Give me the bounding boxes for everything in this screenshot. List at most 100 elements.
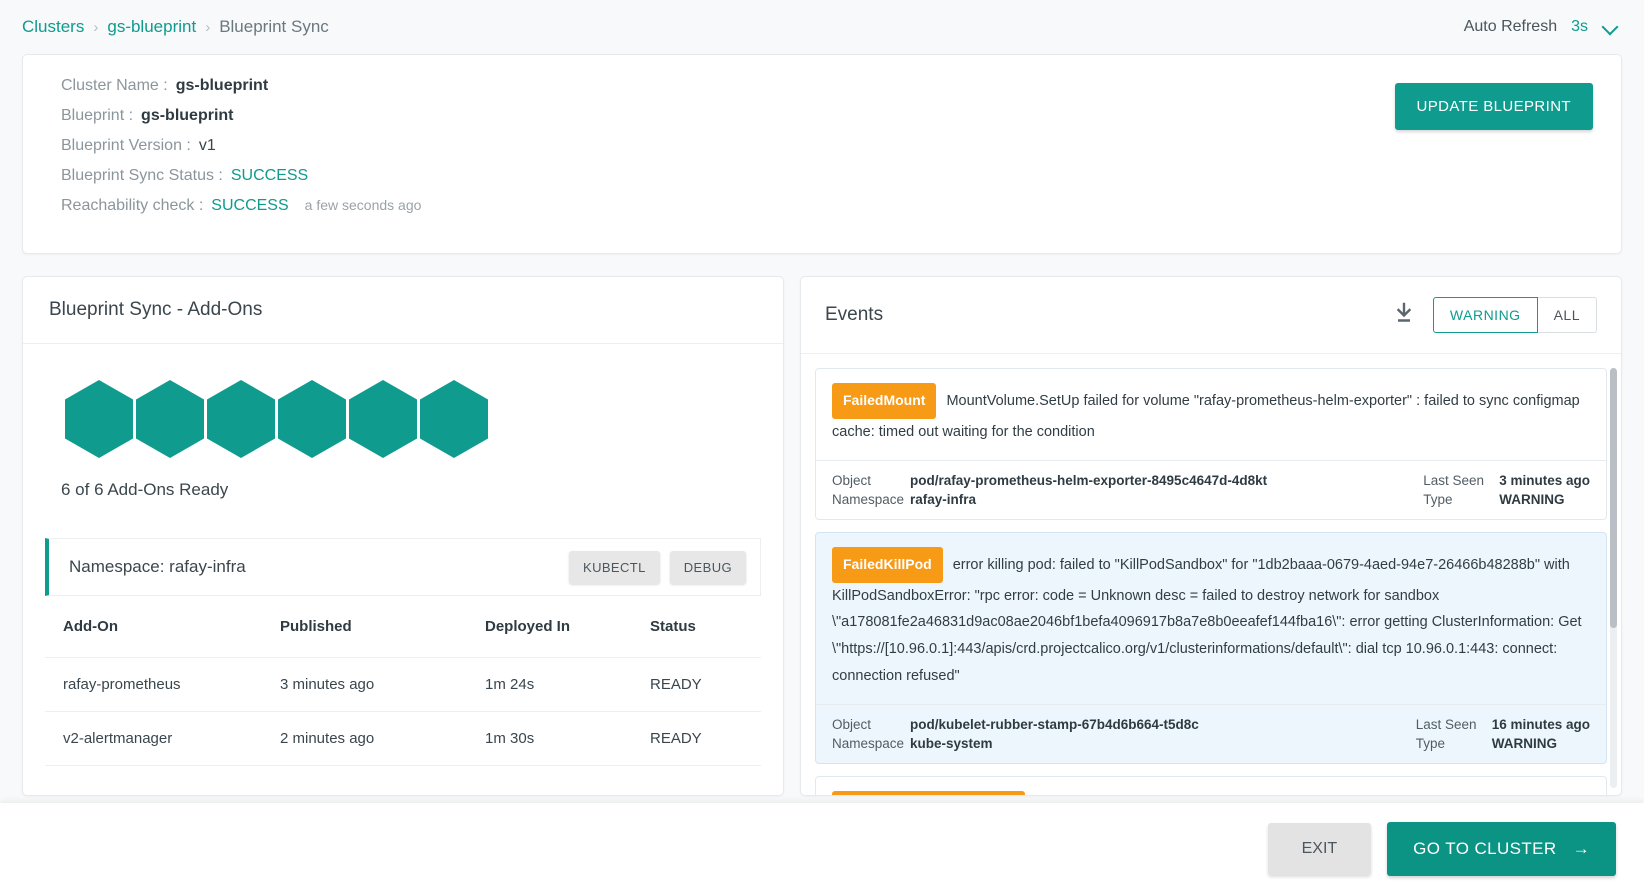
breadcrumb-separator: › bbox=[205, 18, 211, 36]
breadcrumb-item-clusters[interactable]: Clusters bbox=[22, 17, 84, 37]
events-filter-group: WARNING ALL bbox=[1432, 297, 1597, 333]
event-reason-badge: FailedMount bbox=[832, 383, 937, 419]
column-header-deployed-in: Deployed In bbox=[485, 596, 650, 658]
summary-value: gs-blueprint bbox=[175, 77, 269, 94]
label-last-seen: Last Seen bbox=[1415, 716, 1477, 732]
event-card[interactable]: FailedMount MountVolume.SetUp failed for … bbox=[815, 368, 1607, 520]
event-meta-info: Last Seen 16 minutes ago Type WARNING bbox=[1416, 717, 1590, 751]
column-header-status: Status bbox=[650, 596, 761, 658]
summary-value: v1 bbox=[198, 137, 216, 154]
kubectl-button[interactable]: KUBECTL bbox=[569, 550, 660, 584]
event-reason-badge: FailedCreatePodSandBox bbox=[832, 790, 1026, 795]
label-object: Object bbox=[832, 716, 872, 732]
cell-deployed-in: 1m 30s bbox=[485, 711, 650, 766]
label-last-seen: Last Seen bbox=[1423, 472, 1485, 488]
addons-ready-count: 6 of 6 Add-Ons Ready bbox=[61, 480, 229, 499]
breadcrumb: Clusters › gs-blueprint › Blueprint Sync bbox=[22, 17, 329, 37]
value-object: pod/kubelet-rubber-stamp-67b4d6b664-t5d8… bbox=[910, 716, 1199, 732]
addons-panel-header: Blueprint Sync - Add-Ons bbox=[23, 277, 783, 344]
event-message-row: FailedKillPod error killing pod: failed t… bbox=[816, 533, 1606, 704]
blueprint-sync-addons-panel: Blueprint Sync - Add-Ons 6 of 6 Add-Ons … bbox=[22, 276, 784, 796]
breadcrumb-separator: › bbox=[93, 18, 99, 36]
table-row[interactable]: rafay-prometheus 3 minutes ago 1m 24s RE… bbox=[45, 657, 761, 712]
event-meta-info: Last Seen 3 minutes ago Type WARNING bbox=[1423, 473, 1590, 507]
events-scrollbar[interactable] bbox=[1610, 368, 1617, 788]
value-last-seen: 3 minutes ago bbox=[1499, 472, 1590, 488]
label-object: Object bbox=[832, 472, 872, 488]
breadcrumb-item-gs-blueprint[interactable]: gs-blueprint bbox=[107, 17, 196, 37]
events-panel: Events WARNING ALL FailedMount MountVolum… bbox=[800, 276, 1622, 796]
summary-label: Blueprint : bbox=[61, 107, 134, 124]
column-header-published: Published bbox=[280, 596, 485, 658]
cluster-summary-card: Cluster Name : gs-blueprint Blueprint : … bbox=[22, 54, 1622, 254]
download-icon[interactable] bbox=[1393, 302, 1415, 329]
event-message: MountVolume.SetUp failed for volume "raf… bbox=[832, 392, 1580, 440]
event-reason-badge: FailedKillPod bbox=[832, 546, 943, 583]
events-list[interactable]: FailedMount MountVolume.SetUp failed for … bbox=[801, 354, 1621, 795]
summary-value: gs-blueprint bbox=[141, 107, 234, 124]
cell-addon-name: rafay-prometheus bbox=[45, 657, 280, 712]
cell-status: READY bbox=[650, 711, 761, 766]
namespace-label: Namespace: rafay-infra bbox=[69, 557, 246, 576]
exit-button[interactable]: EXIT bbox=[1267, 823, 1372, 875]
top-bar: Clusters › gs-blueprint › Blueprint Sync… bbox=[0, 0, 1644, 54]
status-badge-sync: SUCCESS bbox=[230, 167, 309, 184]
summary-row-blueprint-version: Blueprint Version : v1 bbox=[61, 137, 1593, 155]
event-message-row: FailedCreatePodSandBoxFailed to create p… bbox=[816, 777, 1606, 795]
event-footer: Object pod/kubelet-rubber-stamp-67b4d6b6… bbox=[816, 703, 1606, 763]
summary-label: Blueprint Version : bbox=[61, 137, 191, 154]
auto-refresh-value[interactable]: 3s bbox=[1571, 18, 1588, 36]
addon-hexagon-icon bbox=[420, 380, 488, 458]
addon-hexagon-icon bbox=[207, 380, 275, 458]
go-to-cluster-button[interactable]: GO TO CLUSTER → bbox=[1387, 822, 1616, 876]
cell-deployed-in: 1m 24s bbox=[485, 657, 650, 712]
value-namespace: kube-system bbox=[910, 735, 993, 751]
summary-label: Reachability check : bbox=[61, 197, 204, 214]
addons-panel-title: Blueprint Sync - Add-Ons bbox=[49, 299, 263, 320]
value-last-seen: 16 minutes ago bbox=[1491, 716, 1590, 732]
update-blueprint-button[interactable]: UPDATE BLUEPRINT bbox=[1394, 83, 1593, 130]
summary-label: Blueprint Sync Status : bbox=[61, 167, 223, 184]
events-filter-warning[interactable]: WARNING bbox=[1432, 297, 1538, 333]
summary-label: Cluster Name : bbox=[61, 77, 168, 94]
cell-addon-name: v2-alertmanager bbox=[45, 711, 280, 766]
label-namespace: Namespace bbox=[832, 491, 905, 507]
breadcrumb-item-blueprint-sync: Blueprint Sync bbox=[219, 17, 329, 36]
cell-published: 3 minutes ago bbox=[280, 657, 485, 712]
addon-hexagon-icon bbox=[278, 380, 346, 458]
event-footer: Object pod/rafay-prometheus-helm-exporte… bbox=[816, 459, 1606, 519]
go-to-cluster-label: GO TO CLUSTER bbox=[1413, 839, 1557, 858]
chevron-down-icon[interactable] bbox=[1602, 18, 1620, 36]
reachability-timestamp: a few seconds ago bbox=[304, 197, 422, 213]
summary-row-blueprint: Blueprint : gs-blueprint bbox=[61, 107, 1593, 125]
debug-button[interactable]: DEBUG bbox=[669, 550, 746, 584]
label-namespace: Namespace bbox=[832, 735, 905, 751]
event-message-row: FailedMount MountVolume.SetUp failed for … bbox=[816, 369, 1606, 460]
arrow-right-icon: → bbox=[1572, 839, 1590, 858]
addons-hexagon-group bbox=[23, 344, 783, 458]
label-type: Type bbox=[1423, 491, 1453, 507]
column-header-addon: Add-On bbox=[45, 596, 280, 658]
status-badge-reachability: SUCCESS bbox=[211, 197, 289, 214]
event-card[interactable]: FailedKillPod error killing pod: failed t… bbox=[815, 531, 1607, 764]
auto-refresh-control: Auto Refresh 3s bbox=[1464, 18, 1620, 36]
event-card[interactable]: FailedCreatePodSandBoxFailed to create p… bbox=[815, 775, 1607, 795]
summary-row-sync-status: Blueprint Sync Status : SUCCESS bbox=[61, 167, 1593, 185]
events-scrollbar-thumb[interactable] bbox=[1610, 368, 1617, 628]
main-columns: Blueprint Sync - Add-Ons 6 of 6 Add-Ons … bbox=[22, 276, 1622, 796]
event-object-info: Object pod/kubelet-rubber-stamp-67b4d6b6… bbox=[832, 717, 1199, 751]
label-type: Type bbox=[1415, 735, 1445, 751]
value-type: WARNING bbox=[1499, 491, 1565, 507]
addon-hexagon-icon bbox=[65, 380, 133, 458]
addon-hexagon-icon bbox=[349, 380, 417, 458]
table-header-row: Add-On Published Deployed In Status bbox=[45, 596, 761, 658]
namespace-actions: KUBECTL DEBUG bbox=[569, 550, 746, 584]
events-filter-all[interactable]: ALL bbox=[1537, 297, 1597, 333]
footer-action-bar: EXIT GO TO CLUSTER → bbox=[0, 803, 1644, 895]
namespace-header: Namespace: rafay-infra KUBECTL DEBUG bbox=[45, 538, 761, 596]
cell-status: READY bbox=[650, 657, 761, 712]
table-row[interactable]: v2-alertmanager 2 minutes ago 1m 30s REA… bbox=[45, 711, 761, 766]
addons-table: Add-On Published Deployed In Status rafa… bbox=[45, 596, 761, 766]
addon-hexagon-icon bbox=[136, 380, 204, 458]
summary-row-cluster-name: Cluster Name : gs-blueprint bbox=[61, 77, 1593, 95]
